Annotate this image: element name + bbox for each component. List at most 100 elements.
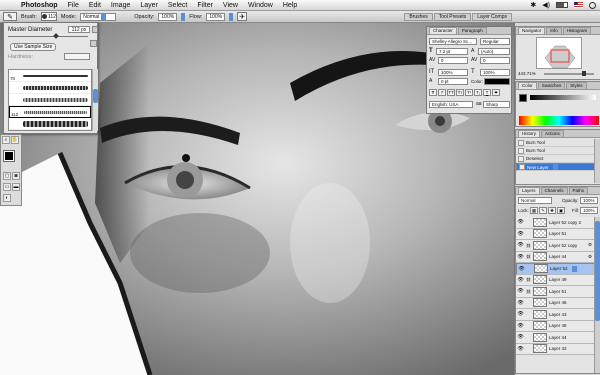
tab-channels[interactable]: Channels <box>540 187 568 194</box>
color-fg-swatch[interactable] <box>519 94 527 102</box>
faux-bold-button[interactable]: T <box>429 89 437 96</box>
layers-scrollbar-thumb[interactable] <box>595 221 600 321</box>
vertical-scale-input[interactable]: 100% <box>438 69 468 76</box>
brush-preset-item[interactable]: 70 <box>9 70 91 82</box>
visibility-eye-icon[interactable]: 👁 <box>518 265 525 272</box>
master-diameter-input[interactable]: 112 px <box>68 26 90 33</box>
visibility-eye-icon[interactable]: 👁 <box>517 230 524 237</box>
layer-link-icon[interactable]: ⛓ <box>526 243 531 248</box>
visibility-eye-icon[interactable]: 👁 <box>517 345 524 352</box>
layer-thumbnail[interactable] <box>533 309 547 319</box>
layer-name[interactable]: Layer 46 <box>549 300 567 305</box>
history-item[interactable]: Deselect <box>516 155 596 163</box>
history-scrollbar[interactable] <box>594 139 600 183</box>
layer-thumbnail[interactable] <box>533 229 547 239</box>
foreground-color-swatch[interactable] <box>4 151 14 161</box>
quick-mask-icon[interactable]: ◙ <box>12 172 20 180</box>
layer-fill-input[interactable]: 100% <box>580 207 598 214</box>
layer-thumbnail[interactable] <box>534 264 548 274</box>
lock-transparency-icon[interactable]: ▦ <box>530 207 538 214</box>
layer-link-icon[interactable]: ⛓ <box>526 289 531 294</box>
layer-thumbnail[interactable] <box>533 240 547 250</box>
tab-styles[interactable]: Styles <box>566 82 587 89</box>
well-tab-layer-comps[interactable]: Layer Comps <box>472 12 512 21</box>
tab-navigator[interactable]: Navigator <box>518 27 546 34</box>
well-tab-brushes[interactable]: Brushes <box>404 12 433 21</box>
strikethrough-button[interactable]: T <box>492 89 500 96</box>
menu-image[interactable]: Image <box>106 0 135 11</box>
layer-row[interactable]: 👁 Layer 45 <box>516 320 596 332</box>
bluetooth-icon[interactable]: ✱ <box>530 1 536 9</box>
layer-name[interactable]: Layer 44 <box>549 254 567 259</box>
layer-row[interactable]: 👁 ⛓ Layer 52 copy ⚙ <box>516 240 596 252</box>
diameter-slider-track[interactable] <box>8 36 88 37</box>
zoom-tool-icon[interactable]: ⌕ <box>2 136 10 144</box>
layer-row[interactable]: 👁 Layer 42 <box>516 343 596 355</box>
lock-position-icon[interactable]: ✚ <box>548 207 556 214</box>
small-caps-button[interactable]: Tт <box>456 89 464 96</box>
brush-list-scrollbar[interactable] <box>92 69 98 131</box>
layer-row[interactable]: 👁 Layer 43 <box>516 309 596 321</box>
history-item[interactable]: Burn Tool <box>516 139 596 147</box>
tab-info[interactable]: Info <box>546 27 562 34</box>
layer-row[interactable]: 👁 Layer 52 copy 2 <box>516 217 596 229</box>
brush-preset-item[interactable] <box>9 118 91 130</box>
screen-mode-full-icon[interactable]: ▬ <box>12 183 20 191</box>
baseline-shift-input[interactable]: 0 pt <box>438 78 468 85</box>
font-family-select[interactable]: Shelley Allegro Sc... <box>429 38 477 45</box>
layer-name[interactable]: Layer 42 <box>549 346 567 351</box>
mode-select[interactable]: Normal <box>80 12 117 21</box>
history-item-selected[interactable]: New Layer <box>516 163 596 171</box>
opacity-slider-icon[interactable] <box>181 12 186 21</box>
navigator-preview[interactable] <box>536 37 582 69</box>
layer-link-icon[interactable]: ⛓ <box>526 277 531 282</box>
layer-effects-icon[interactable]: ⚙ <box>588 242 592 248</box>
antialias-select[interactable]: Sharp <box>483 101 510 108</box>
font-style-select[interactable]: Regular <box>480 38 510 45</box>
layer-row[interactable]: 👁 Layer 51 <box>516 228 596 240</box>
popup-menu-arrow-icon[interactable] <box>92 26 98 33</box>
well-tab-tool-presets[interactable]: Tool Presets <box>433 12 472 21</box>
history-item[interactable]: Burn Tool <box>516 147 596 155</box>
visibility-eye-icon[interactable]: 👁 <box>517 334 524 341</box>
new-brush-icon[interactable] <box>90 40 97 47</box>
visibility-eye-icon[interactable]: 👁 <box>517 311 524 318</box>
visibility-eye-icon[interactable]: 👁 <box>517 276 524 283</box>
menu-window[interactable]: Window <box>243 0 278 11</box>
use-sample-size-button[interactable]: Use Sample Size <box>10 43 57 51</box>
navigator-zoom-slider[interactable] <box>544 73 594 75</box>
navigator-zoom-thumb[interactable] <box>582 71 586 76</box>
layer-name[interactable]: Layer 51 <box>549 231 567 236</box>
layer-thumbnail[interactable] <box>533 275 547 285</box>
menu-layer[interactable]: Layer <box>135 0 163 11</box>
layer-thumbnail[interactable] <box>533 332 547 342</box>
layer-opacity-input[interactable]: 100% <box>580 197 598 204</box>
brush-preset-item[interactable] <box>9 130 91 131</box>
layer-name[interactable]: Layer 51 <box>549 289 567 294</box>
tab-history[interactable]: History <box>518 130 541 137</box>
lock-image-icon[interactable]: ✎ <box>539 207 547 214</box>
subscript-button[interactable]: T₁ <box>474 89 482 96</box>
tab-layers[interactable]: Layers <box>518 187 540 194</box>
visibility-eye-icon[interactable]: 👁 <box>517 219 524 226</box>
us-flag-icon[interactable] <box>574 2 583 8</box>
tab-swatches[interactable]: Swatches <box>537 82 566 89</box>
tab-color[interactable]: Color <box>518 82 537 89</box>
text-color-swatch[interactable] <box>484 78 510 85</box>
layer-name[interactable]: Layer 52 copy <box>549 243 577 248</box>
layer-row[interactable]: 👁 ⛓ Layer 51 <box>516 286 596 298</box>
standard-mode-icon[interactable]: ▢ <box>3 172 11 180</box>
brush-tool-preset-icon[interactable]: ✎ <box>3 12 17 21</box>
jump-to-imageready-icon[interactable]: ◐ <box>3 194 11 202</box>
layer-row-selected[interactable]: 👁 Layer 52 <box>516 263 596 275</box>
layer-name[interactable]: Layer 44 <box>549 335 567 340</box>
layer-thumbnail[interactable] <box>533 217 547 227</box>
layer-row[interactable]: 👁 ⛓ Layer 49 <box>516 274 596 286</box>
visibility-eye-icon[interactable]: 👁 <box>517 299 524 306</box>
airbrush-toggle-icon[interactable]: ✈ <box>237 12 248 21</box>
menu-app-name[interactable]: Photoshop <box>16 0 63 11</box>
brush-preset-item[interactable]: 112 <box>9 106 91 118</box>
layer-name[interactable]: Layer 52 <box>550 266 568 271</box>
layer-row[interactable]: 👁 Layer 44 <box>516 332 596 344</box>
menu-file[interactable]: File <box>63 0 84 11</box>
